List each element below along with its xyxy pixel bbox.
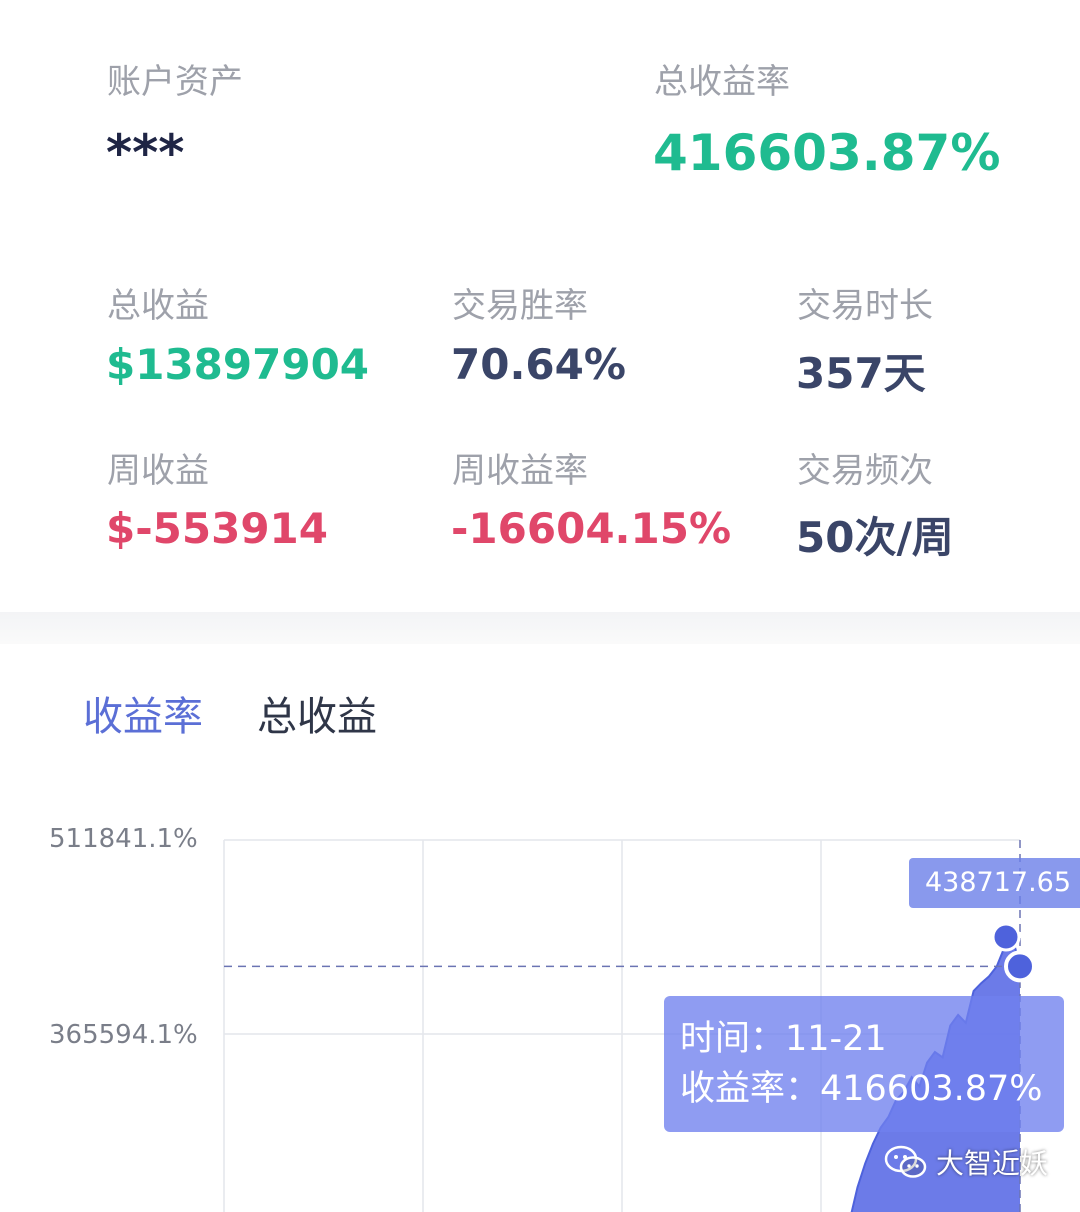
y-tick-label: 511841.1% bbox=[49, 824, 198, 854]
y-tick-label: 365594.1% bbox=[49, 1020, 198, 1050]
wechat-icon bbox=[884, 1145, 927, 1178]
total-return-rate-label: 总收益率 bbox=[654, 62, 790, 102]
weekly-profit-label: 周收益 bbox=[107, 451, 209, 491]
win-rate-label: 交易胜率 bbox=[452, 286, 588, 326]
tooltip-return-rate: 收益率：416603.87% bbox=[680, 1069, 1043, 1109]
weekly-return-rate-value: -16604.15% bbox=[451, 504, 732, 553]
weekly-return-rate-label: 周收益率 bbox=[452, 451, 588, 491]
total-profit-value: $13897904 bbox=[106, 340, 370, 389]
watermark: 大智近妖 bbox=[884, 1142, 1048, 1182]
total-profit-label: 总收益 bbox=[107, 286, 209, 326]
total-return-rate-value: 416603.87% bbox=[653, 124, 1001, 182]
trading-frequency-label: 交易频次 bbox=[797, 451, 933, 491]
trading-frequency-value: 50次/周 bbox=[796, 513, 954, 562]
max-point-marker bbox=[991, 922, 1021, 952]
tab-total-profit[interactable]: 总收益 bbox=[257, 684, 377, 742]
tooltip-time: 时间：11-21 bbox=[680, 1019, 887, 1059]
weekly-profit-value: $-553914 bbox=[106, 504, 328, 553]
max-value-label: 438717.65 bbox=[909, 858, 1080, 908]
watermark-text: 大智近妖 bbox=[936, 1147, 1049, 1180]
section-divider bbox=[0, 612, 1080, 644]
chart-tooltip: 时间：11-21 收益率：416603.87% bbox=[664, 996, 1064, 1132]
tab-return-rate[interactable]: 收益率 bbox=[83, 684, 203, 742]
trading-duration-value: 357天 bbox=[796, 349, 926, 398]
highlight-point-marker[interactable] bbox=[1004, 950, 1036, 983]
account-assets-value: *** bbox=[106, 124, 185, 182]
trading-duration-label: 交易时长 bbox=[797, 286, 933, 326]
win-rate-value: 70.64% bbox=[451, 340, 626, 389]
account-assets-label: 账户资产 bbox=[107, 62, 243, 102]
